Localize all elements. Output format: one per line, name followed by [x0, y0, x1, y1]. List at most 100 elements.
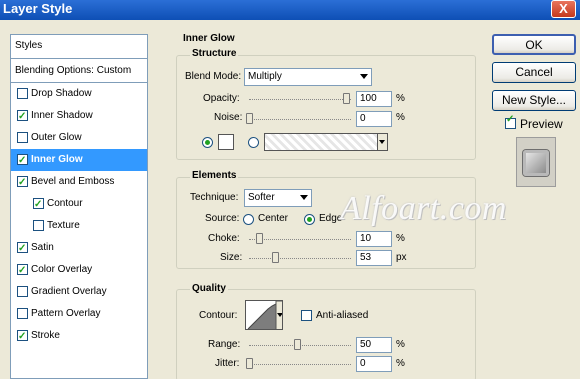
panel-title: Inner Glow [183, 33, 235, 44]
ok-button[interactable]: OK [492, 34, 576, 55]
contour-curve-icon [247, 301, 282, 329]
glow-color-swatch[interactable] [218, 134, 234, 150]
opacity-slider[interactable] [249, 99, 351, 100]
choke-slider-thumb[interactable] [256, 233, 263, 244]
blending-options-item[interactable]: Blending Options: Custom [11, 59, 147, 83]
range-slider-thumb[interactable] [294, 339, 301, 350]
style-item-outer-glow[interactable]: Outer Glow [11, 127, 147, 149]
blend-mode-value: Multiply [248, 71, 282, 82]
choke-unit: % [396, 233, 405, 244]
style-item-checkbox[interactable] [17, 150, 28, 172]
style-item-checkbox[interactable] [17, 260, 28, 282]
watermark-text: Alfoart.com [340, 190, 507, 227]
style-item-checkbox[interactable] [17, 238, 28, 260]
technique-select[interactable]: Softer [244, 189, 312, 207]
style-item-label: Contour [47, 198, 83, 209]
style-item-checkbox[interactable] [17, 308, 28, 319]
source-center-radio[interactable] [243, 214, 254, 225]
style-item-checkbox[interactable] [33, 220, 44, 231]
style-item-label: Color Overlay [31, 264, 93, 275]
style-item-label: Inner Glow [31, 154, 83, 165]
size-unit: px [396, 252, 407, 263]
noise-unit: % [396, 112, 405, 123]
blend-mode-select[interactable]: Multiply [244, 68, 372, 86]
style-item-label: Bevel and Emboss [31, 176, 115, 187]
quality-legend: Quality [190, 283, 228, 294]
elements-legend: Elements [190, 170, 239, 181]
contour-label: Contour: [199, 310, 238, 321]
style-item-gradient-overlay[interactable]: Gradient Overlay [11, 281, 147, 303]
style-item-bevel-and-emboss[interactable]: Bevel and Emboss [11, 171, 147, 194]
preview-checkbox[interactable] [505, 114, 516, 129]
anti-aliased-checkbox[interactable] [301, 310, 312, 321]
size-slider[interactable] [249, 258, 351, 259]
preview-label: Preview [520, 117, 563, 131]
contour-picker[interactable] [245, 300, 283, 330]
chevron-down-icon [377, 134, 387, 150]
style-item-checkbox[interactable] [17, 172, 28, 194]
technique-value: Softer [248, 192, 275, 203]
size-input[interactable]: 53 [356, 250, 392, 266]
source-center-label: Center [258, 213, 289, 224]
size-slider-thumb[interactable] [272, 252, 279, 263]
jitter-label: Jitter: [215, 358, 240, 369]
style-item-checkbox[interactable] [17, 106, 28, 128]
opacity-label: Opacity: [203, 93, 240, 104]
styles-header[interactable]: Styles [11, 35, 147, 59]
opacity-unit: % [396, 93, 405, 104]
style-preview-thumbnail [516, 137, 556, 187]
jitter-unit: % [396, 358, 405, 369]
jitter-slider-thumb[interactable] [246, 358, 253, 369]
style-item-label: Stroke [31, 330, 60, 341]
source-label: Source: [205, 213, 240, 224]
style-item-label: Gradient Overlay [31, 286, 107, 297]
style-item-checkbox[interactable] [17, 132, 28, 143]
choke-label: Choke: [208, 233, 240, 244]
preview-swatch [523, 150, 549, 176]
range-input[interactable]: 50 [356, 337, 392, 353]
style-item-color-overlay[interactable]: Color Overlay [11, 259, 147, 282]
style-item-checkbox[interactable] [17, 286, 28, 297]
choke-input[interactable]: 10 [356, 231, 392, 247]
styles-panel: Styles Blending Options: Custom Drop Sha… [10, 34, 148, 379]
style-item-inner-glow[interactable]: Inner Glow [11, 149, 147, 172]
title-bar: Layer Style X [0, 0, 580, 20]
style-item-drop-shadow[interactable]: Drop Shadow [11, 83, 147, 105]
style-item-label: Outer Glow [31, 132, 82, 143]
close-icon: X [559, 1, 568, 16]
style-item-checkbox[interactable] [17, 326, 28, 348]
jitter-slider[interactable] [249, 364, 351, 365]
style-item-label: Satin [31, 242, 54, 253]
gradient-picker[interactable] [264, 133, 388, 151]
style-item-satin[interactable]: Satin [11, 237, 147, 260]
style-item-label: Inner Shadow [31, 110, 93, 121]
style-item-checkbox[interactable] [17, 88, 28, 99]
chevron-down-icon [360, 74, 368, 79]
source-edge-radio[interactable] [304, 214, 315, 225]
range-unit: % [396, 339, 405, 350]
anti-aliased-label: Anti-aliased [316, 310, 369, 321]
style-item-label: Texture [47, 220, 80, 231]
solid-color-radio[interactable] [202, 137, 213, 148]
jitter-input[interactable]: 0 [356, 356, 392, 372]
choke-slider[interactable] [249, 239, 351, 240]
noise-slider[interactable] [249, 119, 351, 120]
style-item-texture[interactable]: Texture [11, 215, 147, 237]
style-item-label: Drop Shadow [31, 88, 92, 99]
technique-label: Technique: [190, 192, 239, 203]
style-item-pattern-overlay[interactable]: Pattern Overlay [11, 303, 147, 325]
noise-slider-thumb[interactable] [246, 113, 253, 124]
gradient-radio[interactable] [248, 137, 259, 148]
style-item-label: Pattern Overlay [31, 308, 101, 319]
opacity-slider-thumb[interactable] [343, 93, 350, 104]
style-item-inner-shadow[interactable]: Inner Shadow [11, 105, 147, 128]
style-item-contour[interactable]: Contour [11, 193, 147, 216]
close-button[interactable]: X [551, 0, 576, 18]
noise-input[interactable]: 0 [356, 111, 392, 127]
style-item-stroke[interactable]: Stroke [11, 325, 147, 348]
style-item-checkbox[interactable] [33, 194, 44, 216]
opacity-input[interactable]: 100 [356, 91, 392, 107]
cancel-button[interactable]: Cancel [492, 62, 576, 83]
new-style-button[interactable]: New Style... [492, 90, 576, 111]
range-label: Range: [208, 339, 241, 350]
